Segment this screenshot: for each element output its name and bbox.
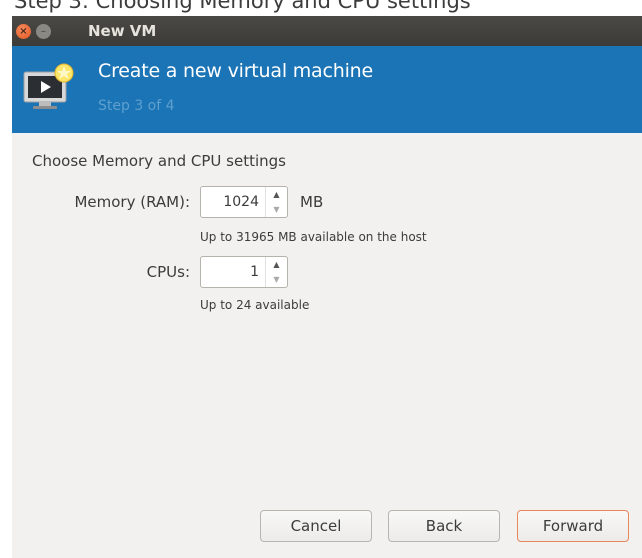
memory-unit: MB xyxy=(300,193,324,211)
memory-increment-icon[interactable]: ▲ xyxy=(266,187,287,202)
new-vm-dialog: × – New VM Create a new virtual machine … xyxy=(12,16,642,558)
memory-value[interactable]: 1024 xyxy=(223,187,259,217)
wizard-step-indicator: Step 3 of 4 xyxy=(98,98,175,114)
cpus-spin-arrows: ▲ ▼ xyxy=(265,257,287,287)
cpus-decrement-icon[interactable]: ▼ xyxy=(266,272,287,287)
memory-decrement-icon[interactable]: ▼ xyxy=(266,202,287,217)
top-caption-text: Step 3: Choosing Memory and CPU settings xyxy=(14,0,471,13)
forward-button[interactable]: Forward xyxy=(517,510,629,542)
minimize-window-button[interactable]: – xyxy=(36,24,51,39)
cpus-increment-icon[interactable]: ▲ xyxy=(266,257,287,272)
wizard-title: Create a new virtual machine xyxy=(98,60,374,82)
wizard-header: Create a new virtual machine Step 3 of 4 xyxy=(12,46,642,133)
back-button[interactable]: Back xyxy=(388,510,500,542)
window-title: New VM xyxy=(88,22,157,40)
top-caption-strip: Step 3: Choosing Memory and CPU settings xyxy=(0,0,642,16)
vm-monitor-new-icon xyxy=(22,60,74,116)
titlebar: × – New VM xyxy=(12,16,642,46)
cpus-hint: Up to 24 available xyxy=(200,298,310,312)
memory-label: Memory (RAM): xyxy=(74,193,190,211)
cpus-spinbutton[interactable]: 1 ▲ ▼ xyxy=(200,256,288,288)
memory-spinbutton[interactable]: 1024 ▲ ▼ xyxy=(200,186,288,218)
cpus-label: CPUs: xyxy=(146,263,190,281)
memory-hint: Up to 31965 MB available on the host xyxy=(200,230,427,244)
memory-spin-arrows: ▲ ▼ xyxy=(265,187,287,217)
cancel-button[interactable]: Cancel xyxy=(260,510,372,542)
section-label: Choose Memory and CPU settings xyxy=(32,152,286,170)
close-window-button[interactable]: × xyxy=(16,24,31,39)
cpus-value[interactable]: 1 xyxy=(250,257,259,287)
